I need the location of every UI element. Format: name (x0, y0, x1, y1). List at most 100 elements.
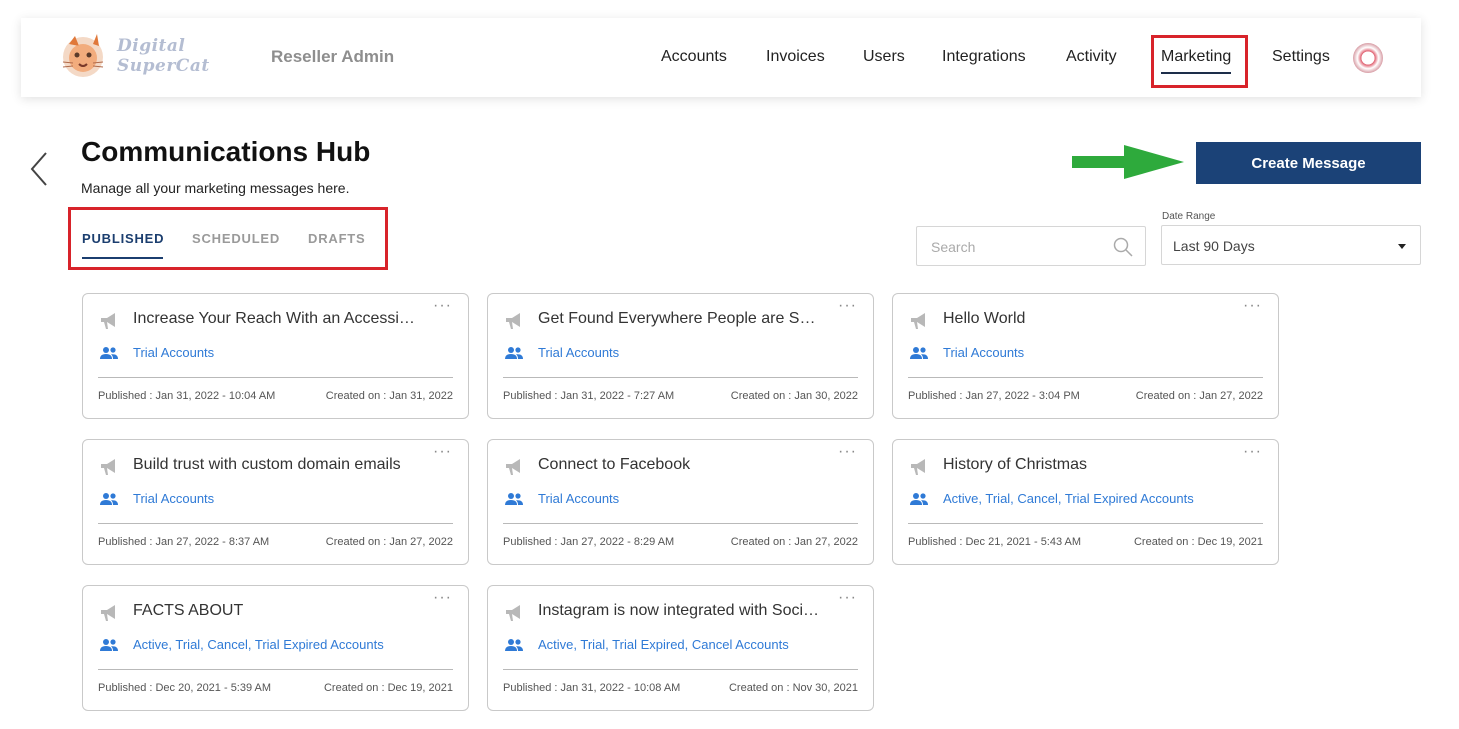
caret-down-icon (1398, 244, 1406, 249)
card-divider (908, 523, 1263, 524)
card-title[interactable]: Instagram is now integrated with Social.… (538, 602, 820, 620)
megaphone-icon (101, 313, 115, 329)
card-title[interactable]: FACTS ABOUT (133, 602, 415, 620)
message-card[interactable]: ··· Get Found Everywhere People are Sear… (487, 293, 874, 419)
card-audience: Trial Accounts (538, 345, 620, 360)
more-options-icon[interactable]: ··· (433, 298, 452, 314)
nav-integrations[interactable]: Integrations (942, 48, 1026, 66)
search-icon[interactable] (1113, 237, 1133, 257)
megaphone-icon (101, 605, 115, 621)
date-range-value: Last 90 Days (1173, 238, 1255, 254)
back-chevron-icon[interactable] (28, 151, 50, 187)
app-label: Reseller Admin (271, 47, 395, 66)
card-audience: Active, Trial, Cancel, Trial Expired Acc… (133, 637, 384, 652)
nav-accounts[interactable]: Accounts (661, 48, 727, 66)
card-published-date: Published : Jan 27, 2022 - 8:37 AM (98, 536, 270, 548)
message-card[interactable]: ··· Hello World Trial Accounts Published… (892, 293, 1279, 419)
card-divider (98, 377, 453, 378)
search-input[interactable]: Search (916, 226, 1146, 266)
card-created-date: Created on : Jan 31, 2022 (325, 390, 453, 402)
card-title[interactable]: History of Christmas (943, 456, 1225, 474)
users-icon (505, 347, 523, 359)
megaphone-icon (911, 459, 925, 475)
card-published-date: Published : Jan 31, 2022 - 7:27 AM (503, 390, 675, 402)
top-navbar: Digital SuperCat Reseller Admin Accounts… (21, 18, 1421, 97)
more-options-icon[interactable]: ··· (433, 590, 452, 606)
megaphone-icon (506, 313, 520, 329)
message-card[interactable]: ··· FACTS ABOUT Active, Trial, Cancel, T… (82, 585, 469, 711)
card-created-date: Created on : Nov 30, 2021 (728, 682, 858, 694)
card-created-date: Created on : Jan 27, 2022 (325, 536, 453, 548)
more-options-icon[interactable]: ··· (1243, 298, 1262, 314)
more-options-icon[interactable]: ··· (838, 590, 857, 606)
card-published-date: Published : Dec 20, 2021 - 5:39 AM (98, 682, 272, 694)
card-divider (503, 523, 858, 524)
card-audience: Active, Trial, Cancel, Trial Expired Acc… (943, 491, 1194, 506)
user-avatar-icon[interactable] (1353, 43, 1383, 73)
megaphone-icon (506, 605, 520, 621)
users-icon (100, 639, 118, 651)
message-card[interactable]: ··· Instagram is now integrated with Soc… (487, 585, 874, 711)
users-icon (910, 347, 928, 359)
card-published-date: Published : Jan 27, 2022 - 3:04 PM (908, 390, 1080, 402)
tab-scheduled[interactable]: SCHEDULED (192, 231, 280, 246)
users-icon (505, 493, 523, 505)
nav-invoices[interactable]: Invoices (766, 48, 825, 66)
nav-activity[interactable]: Activity (1066, 48, 1117, 66)
card-title[interactable]: Build trust with custom domain emails (133, 456, 415, 474)
card-divider (98, 669, 453, 670)
logo-text: Digital SuperCat (117, 36, 210, 76)
card-title[interactable]: Get Found Everywhere People are Searchin… (538, 310, 820, 328)
card-published-date: Published : Jan 31, 2022 - 10:04 AM (98, 390, 276, 402)
more-options-icon[interactable]: ··· (838, 444, 857, 460)
cat-logo-icon (62, 34, 104, 77)
page-title: Communications Hub (81, 136, 371, 167)
message-card[interactable]: ··· Increase Your Reach With an Accessib… (82, 293, 469, 419)
nav-users[interactable]: Users (863, 48, 905, 66)
users-icon (910, 493, 928, 505)
more-options-icon[interactable]: ··· (838, 298, 857, 314)
card-divider (98, 523, 453, 524)
search-placeholder: Search (931, 239, 976, 255)
more-options-icon[interactable]: ··· (1243, 444, 1262, 460)
card-created-date: Created on : Dec 19, 2021 (323, 682, 453, 694)
card-audience: Trial Accounts (538, 491, 620, 506)
message-card[interactable]: ··· Connect to Facebook Trial Accounts P… (487, 439, 874, 565)
date-range-label: Date Range (1162, 211, 1216, 222)
tab-drafts[interactable]: DRAFTS (308, 231, 366, 246)
brand-logo[interactable]: Digital SuperCat (59, 32, 219, 82)
date-range-select[interactable]: Last 90 Days (1161, 225, 1421, 265)
card-audience: Trial Accounts (133, 491, 215, 506)
megaphone-icon (506, 459, 520, 475)
card-audience: Active, Trial, Trial Expired, Cancel Acc… (538, 637, 789, 652)
card-divider (908, 377, 1263, 378)
card-title[interactable]: Connect to Facebook (538, 456, 820, 474)
card-created-date: Created on : Dec 19, 2021 (1133, 536, 1263, 548)
nav-settings[interactable]: Settings (1272, 48, 1330, 66)
tab-published[interactable]: PUBLISHED (82, 231, 164, 246)
message-card[interactable]: ··· Build trust with custom domain email… (82, 439, 469, 565)
green-arrow-icon (1072, 145, 1184, 179)
more-options-icon[interactable]: ··· (433, 444, 452, 460)
megaphone-icon (911, 313, 925, 329)
card-divider (503, 377, 858, 378)
card-created-date: Created on : Jan 27, 2022 (1135, 390, 1263, 402)
users-icon (100, 347, 118, 359)
users-icon (505, 639, 523, 651)
card-created-date: Created on : Jan 27, 2022 (730, 536, 858, 548)
active-tab-indicator (82, 257, 163, 259)
marketing-highlight-box (1151, 35, 1248, 88)
card-title[interactable]: Hello World (943, 310, 1225, 328)
card-title[interactable]: Increase Your Reach With an Accessibilit… (133, 310, 415, 328)
card-audience: Trial Accounts (943, 345, 1025, 360)
message-card[interactable]: ··· History of Christmas Active, Trial, … (892, 439, 1279, 565)
users-icon (100, 493, 118, 505)
card-published-date: Published : Dec 21, 2021 - 5:43 AM (908, 536, 1082, 548)
card-audience: Trial Accounts (133, 345, 215, 360)
card-published-date: Published : Jan 31, 2022 - 10:08 AM (503, 682, 681, 694)
megaphone-icon (101, 459, 115, 475)
card-divider (503, 669, 858, 670)
page-subtitle: Manage all your marketing messages here. (81, 180, 350, 196)
create-message-button[interactable]: Create Message (1196, 142, 1421, 184)
card-created-date: Created on : Jan 30, 2022 (730, 390, 858, 402)
